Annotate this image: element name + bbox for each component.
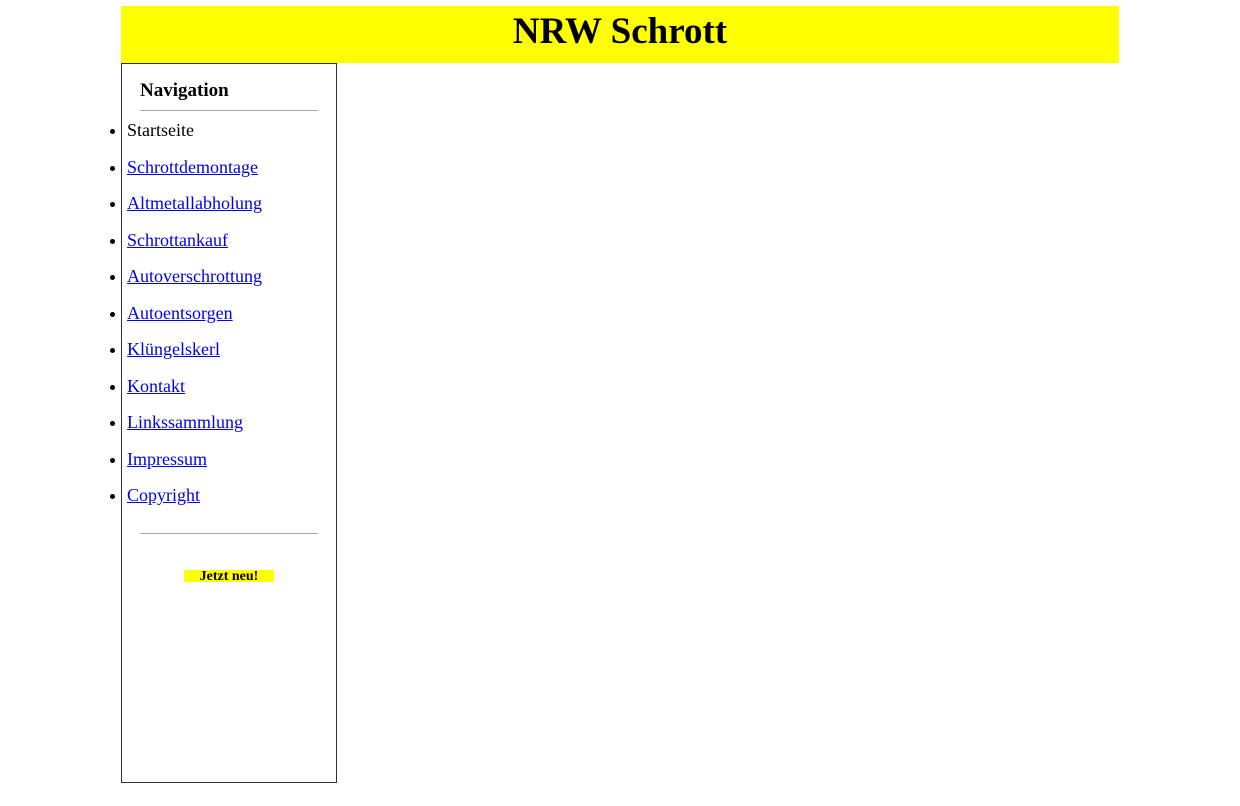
- nav-item-impressum[interactable]: Impressum: [127, 448, 318, 471]
- nav-item-schrottdemontage[interactable]: Schrottdemontage: [127, 156, 318, 179]
- sidebar: Navigation Startseite Schrottdemontage A…: [121, 63, 337, 783]
- nav-link[interactable]: Kontakt: [127, 376, 185, 396]
- nav-list: Startseite Schrottdemontage Altmetallabh…: [140, 119, 318, 507]
- nav-heading: Navigation: [140, 80, 318, 102]
- nav-item-label: Startseite: [127, 120, 194, 140]
- nav-link[interactable]: Copyright: [127, 485, 200, 505]
- nav-item-kluengelskerl[interactable]: Klüngelskerl: [127, 338, 318, 361]
- nav-item-copyright[interactable]: Copyright: [127, 484, 318, 507]
- nav-item-linkssammlung[interactable]: Linkssammlung: [127, 411, 318, 434]
- nav-item-altmetallabholung[interactable]: Altmetallabholung: [127, 192, 318, 215]
- nav-link[interactable]: Impressum: [127, 449, 207, 469]
- page-title: NRW Schrott: [121, 10, 1119, 53]
- nav-link[interactable]: Schrottdemontage: [127, 157, 258, 177]
- nav-link[interactable]: Schrottankauf: [127, 230, 228, 250]
- nav-divider-top: [140, 110, 318, 111]
- nav-item-startseite: Startseite: [127, 119, 318, 142]
- jetzt-neu-badge: Jetzt neu!: [184, 570, 274, 582]
- nav-item-autoentsorgen[interactable]: Autoentsorgen: [127, 302, 318, 325]
- nav-item-schrottankauf[interactable]: Schrottankauf: [127, 229, 318, 252]
- nav-link[interactable]: Klüngelskerl: [127, 339, 220, 359]
- nav-link[interactable]: Autoverschrottung: [127, 266, 262, 286]
- nav-link[interactable]: Altmetallabholung: [127, 193, 262, 213]
- nav-link[interactable]: Linkssammlung: [127, 412, 243, 432]
- page-header: NRW Schrott: [121, 6, 1119, 63]
- nav-item-kontakt[interactable]: Kontakt: [127, 375, 318, 398]
- nav-divider-bottom: [140, 533, 318, 534]
- nav-item-autoverschrottung[interactable]: Autoverschrottung: [127, 265, 318, 288]
- nav-link[interactable]: Autoentsorgen: [127, 303, 233, 323]
